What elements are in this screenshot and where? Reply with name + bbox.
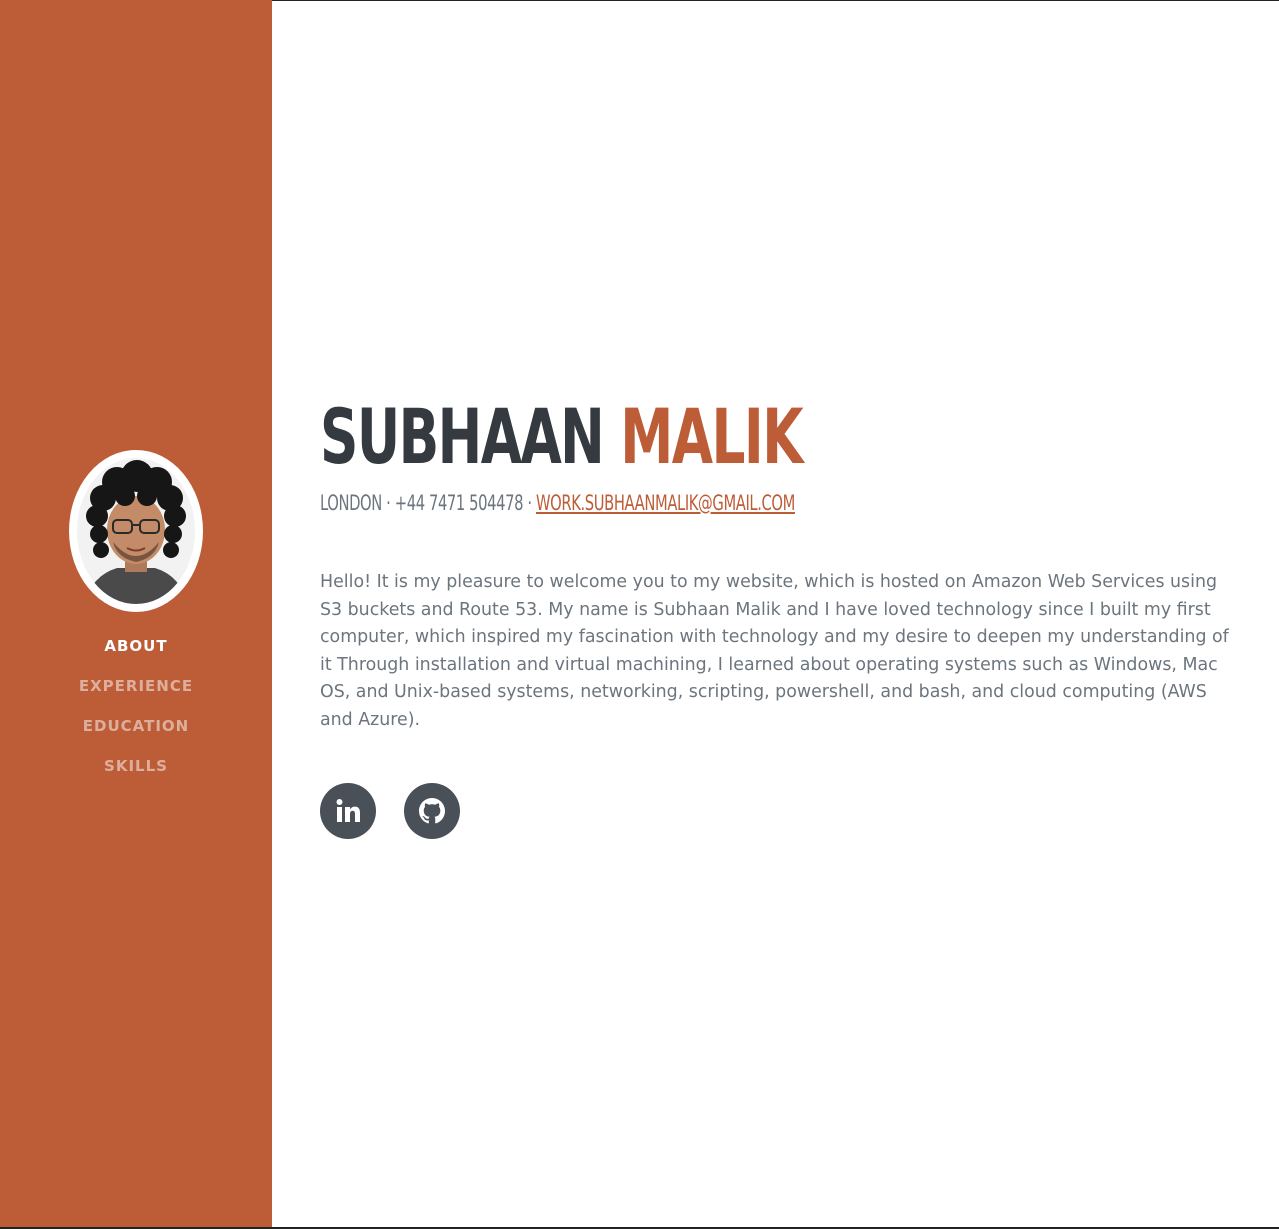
nav-link-about[interactable]: ABOUT — [104, 637, 167, 655]
page-title: SUBHAAN MALIK — [320, 392, 804, 482]
nav-item-education: EDUCATION — [0, 708, 272, 748]
last-name: MALIK — [620, 392, 803, 481]
nav-link-education[interactable]: EDUCATION — [83, 717, 189, 735]
github-icon — [419, 798, 445, 824]
linkedin-button[interactable] — [320, 783, 376, 839]
sidebar: ABOUT EXPERIENCE EDUCATION SKILLS — [0, 0, 272, 1229]
separator: · — [527, 491, 532, 515]
nav-item-skills: SKILLS — [0, 748, 272, 788]
bio-text: Hello! It is my pleasure to welcome you … — [320, 572, 1229, 730]
nav-item-about: ABOUT — [0, 628, 272, 668]
profile-photo — [77, 458, 195, 604]
contact-line: LONDON · +44 7471 504478 · WORK.SUBHAANM… — [320, 488, 795, 518]
phone: +44 7471 504478 — [394, 491, 524, 515]
separator: · — [386, 491, 391, 515]
email-link[interactable]: WORK.SUBHAANMALIK@GMAIL.COM — [536, 491, 795, 515]
nav-item-experience: EXPERIENCE — [0, 668, 272, 708]
location: LONDON — [320, 491, 382, 515]
first-name: SUBHAAN — [320, 392, 605, 481]
nav-link-skills[interactable]: SKILLS — [104, 757, 168, 775]
github-button[interactable] — [404, 783, 460, 839]
sidebar-nav: ABOUT EXPERIENCE EDUCATION SKILLS — [0, 628, 272, 788]
nav-link-experience[interactable]: EXPERIENCE — [79, 677, 193, 695]
avatar[interactable] — [69, 450, 203, 612]
linkedin-icon — [336, 799, 360, 822]
